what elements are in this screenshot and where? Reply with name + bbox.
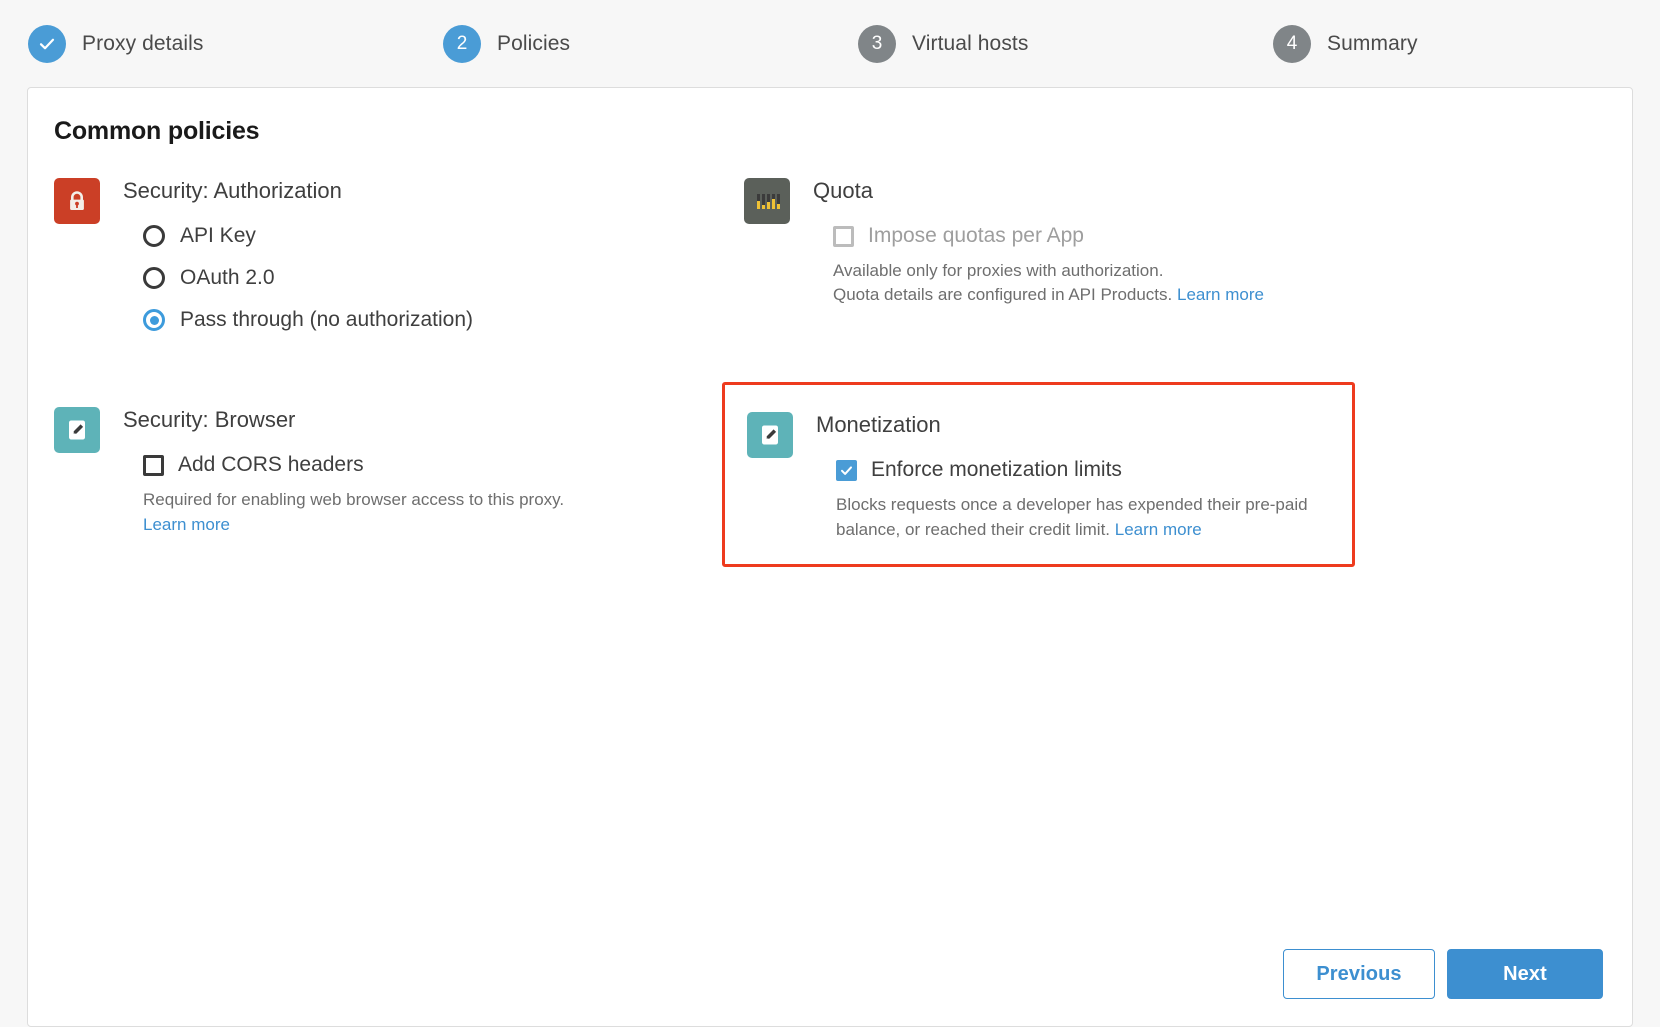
policy-heading: Quota [813,179,1632,203]
policy-monetization: Monetization Enforce monetization limits [744,404,1632,567]
radio-option-api-key[interactable]: API Key [143,224,744,248]
wizard-stepper: Proxy details 2 Policies 3 Virtual hosts… [0,0,1660,87]
monetization-highlight-box: Monetization Enforce monetization limits [722,382,1355,567]
browser-hint: Required for enabling web browser access… [143,488,643,537]
policy-quota: Quota Impose quotas per App Available on… [744,175,1632,332]
next-button[interactable]: Next [1447,949,1603,999]
page-title: Common policies [28,88,1632,146]
step-label-summary: Summary [1327,32,1418,56]
checkbox-enforce-monetization-limits[interactable]: Enforce monetization limits [836,458,1332,482]
policy-heading: Security: Browser [123,408,744,432]
authorization-radio-group: API Key OAuth 2.0 Pass through (no autho… [123,224,744,332]
checkbox-checked-icon[interactable] [836,460,857,481]
common-policies-card: Common policies Security: Authorization [27,87,1633,1027]
checkbox-unchecked-icon[interactable] [143,455,164,476]
policy-security-authorization: Security: Authorization API Key OAuth 2.… [54,175,744,332]
checkbox-add-cors-headers[interactable]: Add CORS headers [143,453,744,477]
checkbox-label: Impose quotas per App [868,224,1084,248]
pencil-icon [747,412,793,458]
step-proxy-details[interactable]: Proxy details [0,25,415,63]
browser-options: Add CORS headers Required for enabling w… [123,453,744,537]
radio-label: OAuth 2.0 [180,266,275,290]
quota-hint-line2: Quota details are configured in API Prod… [833,285,1172,304]
monetization-options: Enforce monetization limits Blocks reque… [816,458,1332,542]
radio-circle-icon[interactable] [143,267,165,289]
step-label-policies: Policies [497,32,570,56]
bar-chart-icon [744,178,790,224]
step-badge-3: 3 [858,25,896,63]
step-badge-complete [28,25,66,63]
monetization-hint-text: Blocks requests once a developer has exp… [836,495,1308,538]
radio-circle-icon[interactable] [143,225,165,247]
step-badge-4: 4 [1273,25,1311,63]
policy-security-browser: Security: Browser Add CORS headers Requi… [54,404,744,567]
browser-learn-more-link[interactable]: Learn more [143,515,230,534]
browser-hint-text: Required for enabling web browser access… [143,490,564,509]
radio-label: Pass through (no authorization) [180,308,473,332]
policy-grid: Security: Authorization API Key OAuth 2.… [28,175,1632,567]
quota-hint-line1: Available only for proxies with authoriz… [833,261,1163,280]
monetization-hint: Blocks requests once a developer has exp… [836,493,1328,542]
checkbox-impose-quotas[interactable]: Impose quotas per App [833,224,1632,248]
step-badge-2: 2 [443,25,481,63]
monetization-learn-more-link[interactable]: Learn more [1115,520,1202,539]
step-label-virtual-hosts: Virtual hosts [912,32,1028,56]
policy-heading: Security: Authorization [123,179,744,203]
radio-label: API Key [180,224,256,248]
step-policies[interactable]: 2 Policies [415,25,830,63]
step-virtual-hosts[interactable]: 3 Virtual hosts [830,25,1245,63]
radio-circle-selected-icon[interactable] [143,309,165,331]
radio-option-pass-through[interactable]: Pass through (no authorization) [143,308,744,332]
quota-options: Impose quotas per App Available only for… [813,224,1632,308]
wizard-footer: Previous Next [1283,949,1603,999]
checkbox-unchecked-icon[interactable] [833,226,854,247]
checkbox-label: Add CORS headers [178,453,364,477]
radio-option-oauth2[interactable]: OAuth 2.0 [143,266,744,290]
pencil-icon [54,407,100,453]
quota-learn-more-link[interactable]: Learn more [1177,285,1264,304]
checkbox-label: Enforce monetization limits [871,458,1122,482]
quota-hint: Available only for proxies with authoriz… [833,259,1333,308]
lock-icon [54,178,100,224]
previous-button[interactable]: Previous [1283,949,1435,999]
step-summary[interactable]: 4 Summary [1245,25,1660,63]
policy-heading: Monetization [816,413,1332,437]
step-label-proxy-details: Proxy details [82,32,204,56]
